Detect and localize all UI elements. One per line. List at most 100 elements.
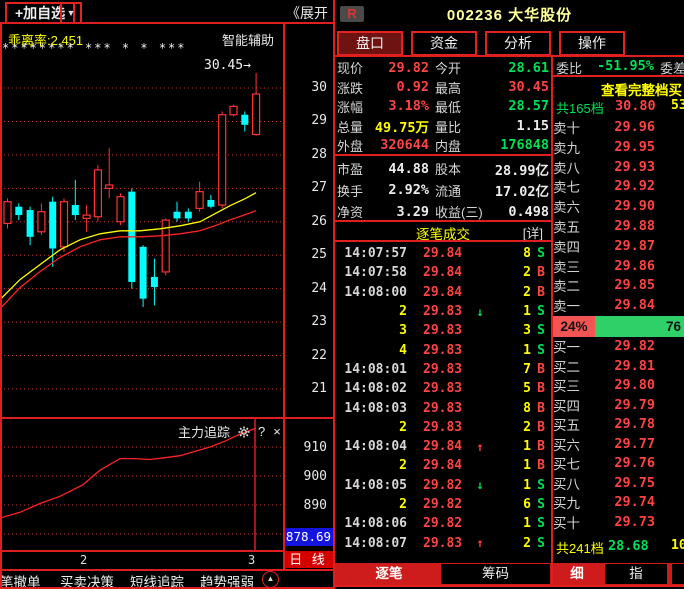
book-price[interactable]: 29.88: [603, 218, 684, 234]
tick-side: B: [531, 285, 551, 300]
tick-price: 29.84: [423, 285, 471, 300]
tab-chip-distribution[interactable]: 筹码: [441, 564, 550, 584]
tick-volume: 1: [489, 458, 531, 473]
help-icon[interactable]: ?: [258, 424, 265, 439]
book-price[interactable]: 29.93: [603, 159, 684, 175]
quote-row: 涨幅3.18%最低28.57: [337, 97, 549, 116]
tick-time: 14:08:03: [335, 401, 407, 416]
tick-volume: 2: [489, 285, 531, 300]
book-level-label: 卖八: [553, 157, 603, 177]
book-price[interactable]: 29.84: [603, 297, 684, 313]
book-price[interactable]: 29.76: [603, 455, 684, 471]
divider: [283, 22, 285, 570]
tick-price: 29.82: [423, 497, 471, 512]
tab-analysis[interactable]: 分析: [485, 31, 551, 56]
high-price-annotation: 30.45→: [204, 58, 251, 73]
book-price[interactable]: 29.92: [603, 178, 684, 194]
sell-row: 卖四29.87: [553, 236, 684, 256]
sell-row: 卖八29.93: [553, 157, 684, 177]
book-price[interactable]: 29.80: [603, 377, 684, 393]
tick-volume: 1: [489, 343, 531, 358]
tick-row: 229.832B: [335, 418, 551, 437]
book-level-label: 卖一: [553, 295, 603, 315]
tab-index[interactable]: 指: [605, 564, 667, 584]
book-level-label: 买九: [553, 492, 603, 512]
book-price[interactable]: 29.73: [603, 514, 684, 530]
book-price[interactable]: 29.82: [603, 338, 684, 354]
watchlist-dropdown-button[interactable]: ▼: [60, 2, 82, 24]
tick-time: 2: [335, 458, 407, 473]
tick-direction-icon: ↑: [471, 440, 489, 454]
quote-row: 涨跌0.92最高30.45: [337, 77, 549, 96]
tick-price: 29.83: [423, 362, 471, 377]
divider: [335, 154, 551, 156]
book-price[interactable]: 29.85: [603, 277, 684, 293]
price-axis-label: 26: [285, 214, 327, 229]
book-price[interactable]: 29.96: [603, 119, 684, 135]
tick-price: 29.83: [423, 323, 471, 338]
book-price[interactable]: 29.90: [603, 198, 684, 214]
book-price[interactable]: 29.95: [603, 139, 684, 155]
field-value: 1.15: [493, 118, 549, 134]
tab-trend[interactable]: 势: [672, 564, 684, 584]
period-daily-badge[interactable]: 日 线: [284, 551, 333, 568]
tick-side: S: [531, 536, 551, 551]
field-label: 最低: [429, 97, 493, 116]
tick-row: 14:08:0529.82↓1S: [335, 476, 551, 495]
close-icon[interactable]: ×: [273, 424, 281, 439]
tick-volume: 3: [489, 323, 531, 338]
view-full-book-link[interactable]: 查看完整档买: [601, 79, 682, 99]
field-label: 涨跌: [337, 78, 373, 97]
buy-row: 买十29.73: [553, 512, 684, 532]
book-price[interactable]: 29.78: [603, 416, 684, 432]
book-price[interactable]: 29.87: [603, 238, 684, 254]
book-price[interactable]: 29.81: [603, 358, 684, 374]
tick-time: 14:08:01: [335, 362, 407, 377]
tick-side: B: [531, 381, 551, 396]
book-level-label: 卖九: [553, 137, 603, 157]
weibi-row: 委比 -51.95% 委差: [553, 58, 684, 75]
buy-row: 买四29.79: [553, 395, 684, 415]
sell-high-price: 30.80: [615, 98, 656, 114]
tick-side: S: [531, 323, 551, 338]
tab-detail[interactable]: 细: [557, 564, 597, 584]
book-price[interactable]: 29.74: [603, 494, 684, 510]
divider: [551, 75, 684, 77]
tick-row: 14:08:0429.84↑1B: [335, 437, 551, 456]
tick-direction-icon: ↓: [471, 305, 489, 319]
book-level-label: 卖六: [553, 196, 603, 216]
book-level-label: 买六: [553, 434, 603, 454]
tick-volume: 7: [489, 362, 531, 377]
field-label: 现价: [337, 58, 373, 77]
tick-direction-icon: ↑: [471, 536, 489, 550]
book-price[interactable]: 29.77: [603, 436, 684, 452]
expand-panel-button[interactable]: 《展开: [286, 3, 328, 23]
book-price[interactable]: 29.75: [603, 475, 684, 491]
book-level-label: 买三: [553, 375, 603, 395]
collapse-up-icon[interactable]: ▲: [262, 571, 279, 588]
tick-list: 14:07:5729.848S14:07:5829.842B14:08:0029…: [335, 244, 551, 553]
book-level-label: 卖四: [553, 236, 603, 256]
tab-operate[interactable]: 操作: [559, 31, 625, 56]
field-value: 28.99亿: [493, 159, 549, 179]
price-axis-label: 29: [285, 113, 327, 128]
tick-row: 329.833S: [335, 321, 551, 340]
tick-time: 14:07:58: [335, 265, 407, 280]
tick-row: 229.826S: [335, 495, 551, 514]
tab-funds[interactable]: 资金: [411, 31, 477, 56]
tab-pankou[interactable]: 盘口: [337, 31, 403, 56]
tick-time: 14:08:00: [335, 285, 407, 300]
tab-tick-by-tick[interactable]: 逐笔: [349, 564, 429, 584]
price-axis-label: 28: [285, 147, 327, 162]
field-value: 28.61: [493, 60, 549, 76]
book-price[interactable]: 29.79: [603, 397, 684, 413]
sell-levels-count: 共165档: [556, 98, 604, 117]
gear-icon[interactable]: [238, 426, 250, 438]
divider: [0, 22, 2, 588]
field-value: 3.18%: [373, 98, 429, 114]
smart-assist-label[interactable]: 智能辅助: [222, 30, 274, 49]
book-price[interactable]: 29.86: [603, 258, 684, 274]
field-value: 17.02亿: [493, 180, 549, 200]
tick-volume: 6: [489, 497, 531, 512]
book-level-label: 买七: [553, 453, 603, 473]
